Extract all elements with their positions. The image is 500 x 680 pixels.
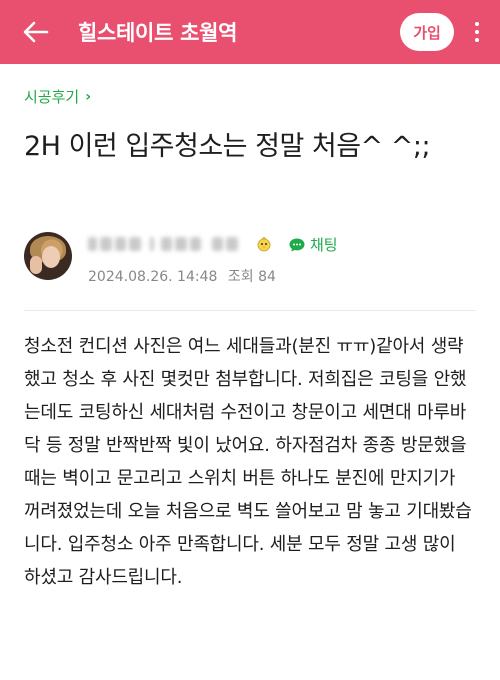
avatar[interactable] <box>24 232 72 280</box>
board-breadcrumb[interactable]: 시공후기 › <box>24 86 91 107</box>
chat-button[interactable]: 채팅 <box>288 234 338 255</box>
chick-level-icon <box>257 236 271 252</box>
app-bar: 힐스테이트 초월역 가입 <box>0 0 500 64</box>
post-title: 2H 이런 입주청소는 정말 처음^ ^;; <box>24 131 431 162</box>
author-nickname-blurred[interactable] <box>88 234 238 254</box>
view-count: 조회 84 <box>227 269 276 285</box>
divider <box>24 310 476 311</box>
more-vertical-icon[interactable] <box>470 18 484 46</box>
chat-bubble-icon <box>289 238 305 252</box>
chat-label: 채팅 <box>310 236 338 254</box>
chevron-right-icon: › <box>85 88 91 105</box>
board-name: 시공후기 <box>24 88 80 106</box>
join-button[interactable]: 가입 <box>400 13 454 51</box>
post-body: 청소전 컨디션 사진은 여느 세대들과(분진 ㅠㅠ)같아서 생략했고 청소 후 … <box>24 336 472 588</box>
cafe-title[interactable]: 힐스테이트 초월역 <box>78 17 400 47</box>
author-info: 채팅 2024.08.26. 14:48 조회 84 <box>24 232 476 296</box>
post-meta: 2024.08.26. 14:48 조회 84 <box>88 266 276 286</box>
post-date: 2024.08.26. 14:48 <box>88 269 218 285</box>
arrow-left-icon[interactable] <box>22 18 50 46</box>
